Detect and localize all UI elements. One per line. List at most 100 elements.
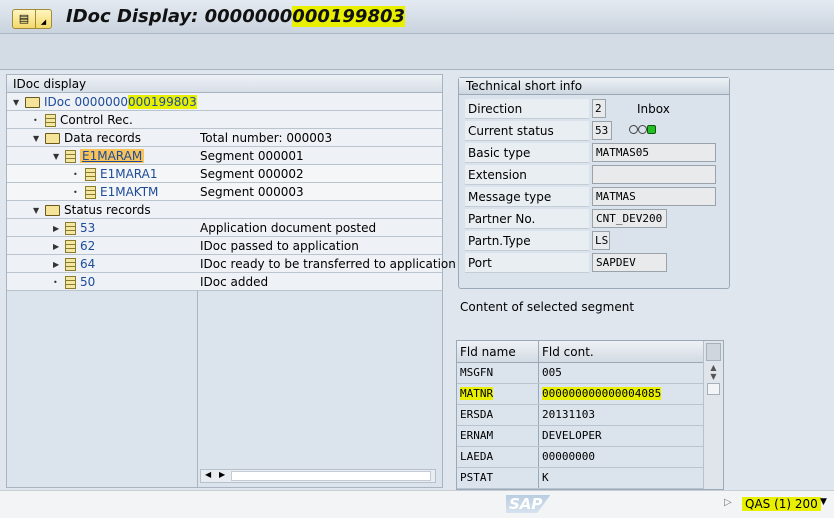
tree-row-status-53[interactable]: ▶ 53 Application document posted (7, 219, 442, 237)
row-label: 62 (80, 239, 96, 253)
scroll-thumb[interactable] (231, 471, 431, 481)
leaf-bullet-icon: • (73, 169, 78, 179)
document-icon (65, 221, 76, 235)
row-label: E1MARA1 (100, 167, 158, 181)
table-row[interactable]: LAEDA 00000000 (457, 447, 723, 468)
page-title: IDoc Display: 0000000000199803 (66, 6, 406, 27)
direction-field[interactable]: 2 (592, 99, 606, 118)
leaf-bullet-icon: • (53, 277, 58, 287)
table-row[interactable]: ERNAM DEVELOPER (457, 426, 723, 447)
message-type-field[interactable]: MATMAS (592, 187, 716, 206)
folder-icon (45, 204, 60, 216)
col-fld-cont[interactable]: Fld cont. (542, 345, 594, 359)
segment-table-header: Fld name Fld cont. (457, 341, 723, 363)
status-traffic-light-icon (629, 125, 656, 134)
current-status-label: Current status (465, 121, 589, 141)
scroll-up-icon[interactable]: ▲ (704, 363, 723, 372)
dropdown-icon: ◢ (35, 10, 51, 28)
document-icon (85, 167, 96, 181)
row-desc: IDoc passed to application (200, 239, 359, 253)
table-row[interactable]: MATNR 000000000000004085 (457, 384, 723, 405)
vertical-scrollbar[interactable]: ▲ ▼ (703, 341, 723, 489)
folder-icon (45, 132, 60, 144)
direction-label: Direction (465, 99, 589, 119)
table-row[interactable]: ERSDA 20131103 (457, 405, 723, 426)
basic-type-field[interactable]: MATMAS05 (592, 143, 716, 162)
leaf-bullet-icon: • (33, 115, 38, 125)
tree-row-status-62[interactable]: ▶ 62 IDoc passed to application (7, 237, 442, 255)
port-field[interactable]: SAPDEV (592, 253, 667, 272)
collapse-icon[interactable]: ▶ (53, 242, 61, 251)
tree-header-label: IDoc display (13, 77, 87, 91)
scroll-down-icon[interactable]: ▼ (704, 372, 723, 381)
partner-type-label: Partn.Type (465, 231, 589, 251)
system-dropdown-icon[interactable]: ▼ (820, 497, 827, 507)
horizontal-scrollbar[interactable]: ◀ ▶ (200, 469, 436, 483)
segment-table: Fld name Fld cont. MSGFN 005 MATNR 00000000… (456, 340, 724, 490)
row-label: E1MAKTM (100, 185, 159, 199)
tree-row-status-64[interactable]: ▶ 64 IDoc ready to be transferred to appli… (7, 255, 456, 273)
row-label: Data records (64, 131, 142, 145)
table-row[interactable]: PSTAT K (457, 468, 723, 489)
document-icon (85, 185, 96, 199)
row-desc: IDoc ready to be transferred to applicat… (200, 257, 456, 271)
row-label: Control Rec. (60, 113, 133, 127)
scroll-thumb[interactable] (707, 383, 720, 395)
document-icon (65, 239, 76, 253)
extension-label: Extension (465, 165, 589, 185)
expand-icon[interactable]: ▼ (33, 134, 41, 143)
expand-icon[interactable]: ▼ (53, 152, 61, 161)
row-desc: IDoc added (200, 275, 269, 289)
current-status-field[interactable]: 53 (592, 121, 612, 140)
row-desc: Segment 000002 (200, 167, 304, 181)
idoc-tree: IDoc display ▼ IDoc 0000000000199803 • Con… (6, 74, 456, 488)
collapse-icon[interactable]: ▶ (53, 260, 61, 269)
tree-row-e1maktm[interactable]: • E1MAKTM Segment 000003 (7, 183, 442, 201)
menu-button[interactable]: ▤ ◢ (12, 9, 52, 29)
tree-header: IDoc display (7, 75, 442, 93)
extension-field[interactable] (592, 165, 716, 184)
row-desc: Segment 000001 (200, 149, 304, 163)
document-icon (45, 113, 56, 127)
basic-type-label: Basic type (465, 143, 589, 163)
col-fld-name[interactable]: Fld name (460, 345, 516, 359)
system-info: QAS (1) 200 (742, 497, 821, 511)
document-icon (65, 257, 76, 271)
document-icon (65, 275, 76, 289)
application-toolbar (0, 34, 834, 70)
direction-text: Inbox (637, 102, 670, 116)
right-panel: Technical short info Direction 2 Inbox C… (446, 70, 834, 490)
expand-icon[interactable]: ▼ (33, 206, 41, 215)
tree-row-status-50[interactable]: • 50 IDoc added (7, 273, 442, 291)
segment-title: Content of selected segment (460, 300, 635, 314)
row-label: 64 (80, 257, 96, 271)
tech-title: Technical short info (459, 78, 729, 95)
partner-type-field[interactable]: LS (592, 231, 610, 250)
row-label: Status records (64, 203, 151, 217)
row-label[interactable]: E1MARAM (80, 149, 145, 163)
tree-row-control-rec[interactable]: • Control Rec. (7, 111, 442, 129)
status-bar: SAP ▷ QAS (1) 200 ▼ (0, 490, 834, 518)
table-row[interactable]: MSGFN 005 (457, 363, 723, 384)
tree-row-root[interactable]: ▼ IDoc 0000000000199803 (7, 93, 442, 111)
partner-no-label: Partner No. (465, 209, 589, 229)
scroll-left-icon[interactable]: ◀ (205, 470, 211, 479)
sap-logo: SAP (506, 495, 551, 513)
tree-row-data-records[interactable]: ▼ Data records Total number: 000003 (7, 129, 442, 147)
leaf-bullet-icon: • (73, 187, 78, 197)
column-settings-button[interactable] (706, 343, 721, 361)
message-type-label: Message type (465, 187, 589, 207)
expand-icon[interactable]: ▼ (13, 98, 21, 107)
row-desc: Application document posted (200, 221, 377, 235)
scroll-right-icon[interactable]: ▶ (219, 470, 225, 479)
partner-no-field[interactable]: CNT_DEV200 (592, 209, 667, 228)
tree-row-e1maram[interactable]: ▼ E1MARAM Segment 000001 (7, 147, 442, 165)
menu-icon: ▤ (18, 12, 30, 25)
tree-row-status-records[interactable]: ▼ Status records (7, 201, 442, 219)
collapse-icon[interactable]: ▶ (53, 224, 61, 233)
row-desc: Total number: 000003 (200, 131, 333, 145)
tree-row-e1mara1[interactable]: • E1MARA1 Segment 000002 (7, 165, 442, 183)
folder-icon (25, 96, 40, 108)
port-label: Port (465, 253, 589, 273)
status-expand-icon[interactable]: ▷ (724, 497, 732, 508)
